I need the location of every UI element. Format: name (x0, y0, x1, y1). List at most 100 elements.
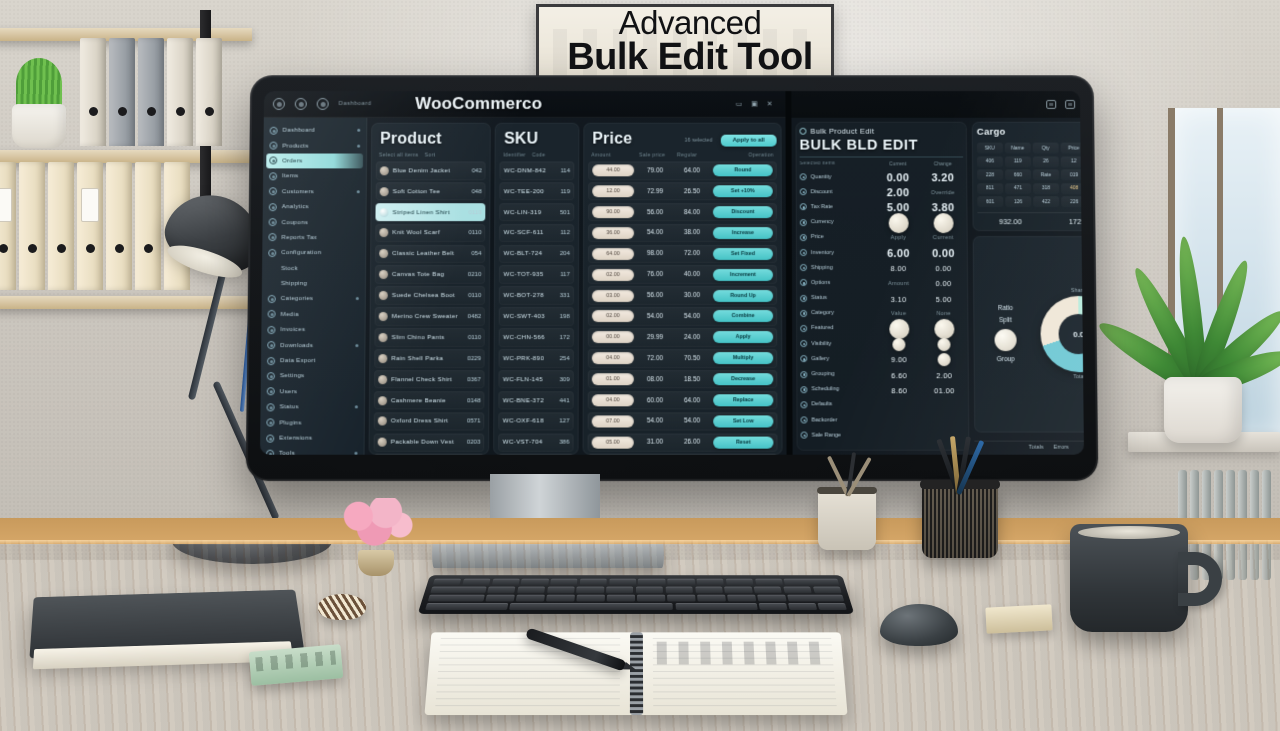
sidebar-item-tools[interactable]: Tools (260, 446, 364, 455)
price-input[interactable]: 64.00 (592, 247, 635, 260)
table-row[interactable]: WC-BOT-278 331 (499, 286, 574, 305)
bulk-field-item[interactable]: Backorder (800, 412, 874, 427)
bulk-current-knob[interactable] (880, 337, 917, 352)
table-row[interactable]: WC-BLT-724 204 (499, 244, 575, 264)
table-row[interactable]: Packable Down Vest 0203 (373, 433, 485, 452)
apply-to-all-button[interactable]: Apply to all (720, 134, 777, 147)
bulk-field-item[interactable]: Status (800, 290, 874, 305)
sidebar-item-categories[interactable]: Categories (262, 291, 365, 306)
table-row[interactable]: 00.00 29.99 24.00 Apply (587, 328, 778, 347)
price-action-button[interactable]: Increase (712, 227, 773, 239)
table-row[interactable]: WC-FLN-145 309 (498, 370, 574, 389)
clock-icon[interactable] (316, 98, 329, 110)
table-row[interactable]: WC-PRK-890 254 (499, 349, 574, 368)
price-input[interactable]: 01.00 (591, 373, 634, 386)
keyboard[interactable] (417, 575, 855, 614)
sidebar-item-configuration[interactable]: Configuration (262, 245, 365, 260)
price-input[interactable]: 02.00 (591, 310, 634, 323)
price-input[interactable]: 12.00 (592, 185, 635, 198)
table-row[interactable]: WC-TEE-200 119 (499, 182, 575, 201)
price-input[interactable]: 05.00 (591, 436, 634, 449)
table-row[interactable]: WC-LIN-319 501 (499, 202, 575, 222)
price-action-button[interactable]: Multiply (713, 352, 774, 365)
bulk-field-item[interactable]: Inventory (799, 245, 874, 260)
table-row[interactable]: 44.00 79.00 64.00 Round (588, 161, 777, 180)
sidebar-item-shipping[interactable]: Shipping (262, 276, 365, 291)
table-row[interactable]: 03.0022.1290.29Rebate (587, 454, 778, 455)
sidebar-item-coupons[interactable]: Coupons (263, 214, 366, 229)
dial-knob[interactable] (937, 338, 951, 352)
table-row[interactable]: 03.00 56.00 30.00 Round Up (587, 286, 778, 305)
dial-knob[interactable] (937, 353, 951, 367)
sidebar-item-downloads[interactable]: Downloads (261, 338, 364, 353)
table-row[interactable]: WC-DNM-842 114 (499, 161, 575, 180)
table-row[interactable]: 07.00 54.00 54.00 Set Low (587, 412, 778, 431)
table-row[interactable]: 02.00 76.00 40.00 Increment (587, 265, 778, 284)
price-action-button[interactable]: Increment (712, 268, 774, 281)
bulk-current-knob[interactable] (880, 213, 917, 234)
link-icon[interactable] (294, 98, 307, 110)
sidebar-item-items[interactable]: Items (263, 169, 366, 184)
sidebar-item-data-export[interactable]: Data Export (261, 353, 364, 368)
bulk-field-item[interactable]: Gallery (800, 351, 874, 366)
table-row[interactable]: Cashmere Beanie 0148 (373, 391, 485, 410)
close-icon[interactable]: ✕ (767, 100, 773, 108)
bulk-field-item[interactable]: Featured (800, 321, 874, 336)
price-input[interactable]: 03.00 (591, 289, 634, 302)
bulk-field-item[interactable]: Grouping (800, 367, 874, 382)
bulk-field-item[interactable]: Discount (799, 184, 874, 199)
bulk-change-knob[interactable] (925, 213, 962, 234)
sidebar-item-reports-tax[interactable]: Reports Tax (262, 230, 365, 245)
bulk-current-knob[interactable] (880, 319, 917, 340)
table-row[interactable]: 64.00 98.00 72.00 Set Fixed (588, 244, 777, 264)
bulk-field-item[interactable]: Shipping (799, 260, 874, 275)
table-row[interactable]: WC-VST-704 386 (498, 433, 574, 452)
sidebar-item-settings[interactable]: Settings (261, 368, 364, 383)
price-input[interactable]: 44.00 (592, 164, 635, 177)
table-row[interactable]: WC-SCF-611 112 (499, 223, 575, 243)
bulk-field-item[interactable]: Options (800, 275, 874, 290)
table-row[interactable]: Suede Chelsea Boot 0110 (374, 286, 486, 305)
sidebar-item-stock[interactable]: Stock (262, 261, 365, 276)
price-action-button[interactable]: Apply (713, 331, 774, 344)
table-row[interactable]: 05.00 31.00 26.00 Reset (587, 433, 778, 452)
sidebar-item-products[interactable]: Products (263, 138, 366, 153)
table-row[interactable]: Canvas Tote Bag 0210 (374, 265, 486, 284)
price-input[interactable]: 02.00 (591, 268, 635, 281)
price-action-button[interactable]: Combine (713, 310, 774, 323)
table-row[interactable]: Soft Cotton Tee 048 (375, 182, 486, 201)
edit-icon[interactable] (1046, 99, 1057, 109)
table-row[interactable]: 04.00 60.00 64.00 Replace (587, 391, 778, 410)
sidebar-item-users[interactable]: Users (261, 384, 364, 399)
sidebar-item-dashboard[interactable]: Dashboard (264, 123, 367, 138)
table-row[interactable]: Striped Linen Shirt 0119 (375, 202, 486, 222)
price-action-button[interactable]: Round Up (713, 289, 774, 302)
table-row[interactable]: 90.00 56.00 84.00 Discount (588, 202, 777, 222)
bulk-field-item[interactable]: Scheduling (800, 382, 874, 397)
bulk-field-item[interactable]: Defaults (800, 397, 874, 412)
price-action-button[interactable]: Replace (713, 394, 774, 407)
sidebar-item-media[interactable]: Media (261, 307, 364, 322)
price-action-button[interactable]: Decrease (713, 373, 774, 386)
price-input[interactable]: 04.00 (591, 394, 634, 407)
price-input[interactable]: 07.00 (591, 415, 634, 428)
price-input[interactable]: 90.00 (592, 206, 635, 219)
table-row[interactable]: Rain Shell Parka 0229 (374, 349, 486, 368)
table-row[interactable]: WC-SWT-403 198 (499, 307, 574, 326)
price-input[interactable]: 00.00 (591, 331, 634, 344)
circle-icon[interactable] (272, 98, 285, 110)
table-row[interactable]: Oxford Dress Shirt 0571 (373, 412, 485, 431)
bulk-change-knob[interactable] (925, 319, 962, 340)
table-row[interactable]: Classic Leather Belt 054 (375, 244, 486, 264)
bulk-field-item[interactable]: Visibility (800, 336, 874, 351)
table-row[interactable]: 02.00 54.00 54.00 Combine (587, 307, 778, 326)
table-row[interactable]: Merino Crew Sweater 0482 (374, 307, 486, 326)
price-action-button[interactable]: Set Fixed (712, 247, 773, 260)
dial-knob[interactable] (892, 338, 906, 352)
price-action-button[interactable]: Round (712, 164, 773, 177)
table-row[interactable]: WC-OXF-618 127 (498, 412, 574, 431)
table-row[interactable]: 01.00 08.00 18.50 Decrease (587, 370, 778, 389)
price-action-button[interactable]: Reset (713, 436, 774, 449)
price-input[interactable]: 36.00 (592, 227, 635, 239)
table-row[interactable]: Flannel Check Shirt 0367 (374, 370, 485, 389)
